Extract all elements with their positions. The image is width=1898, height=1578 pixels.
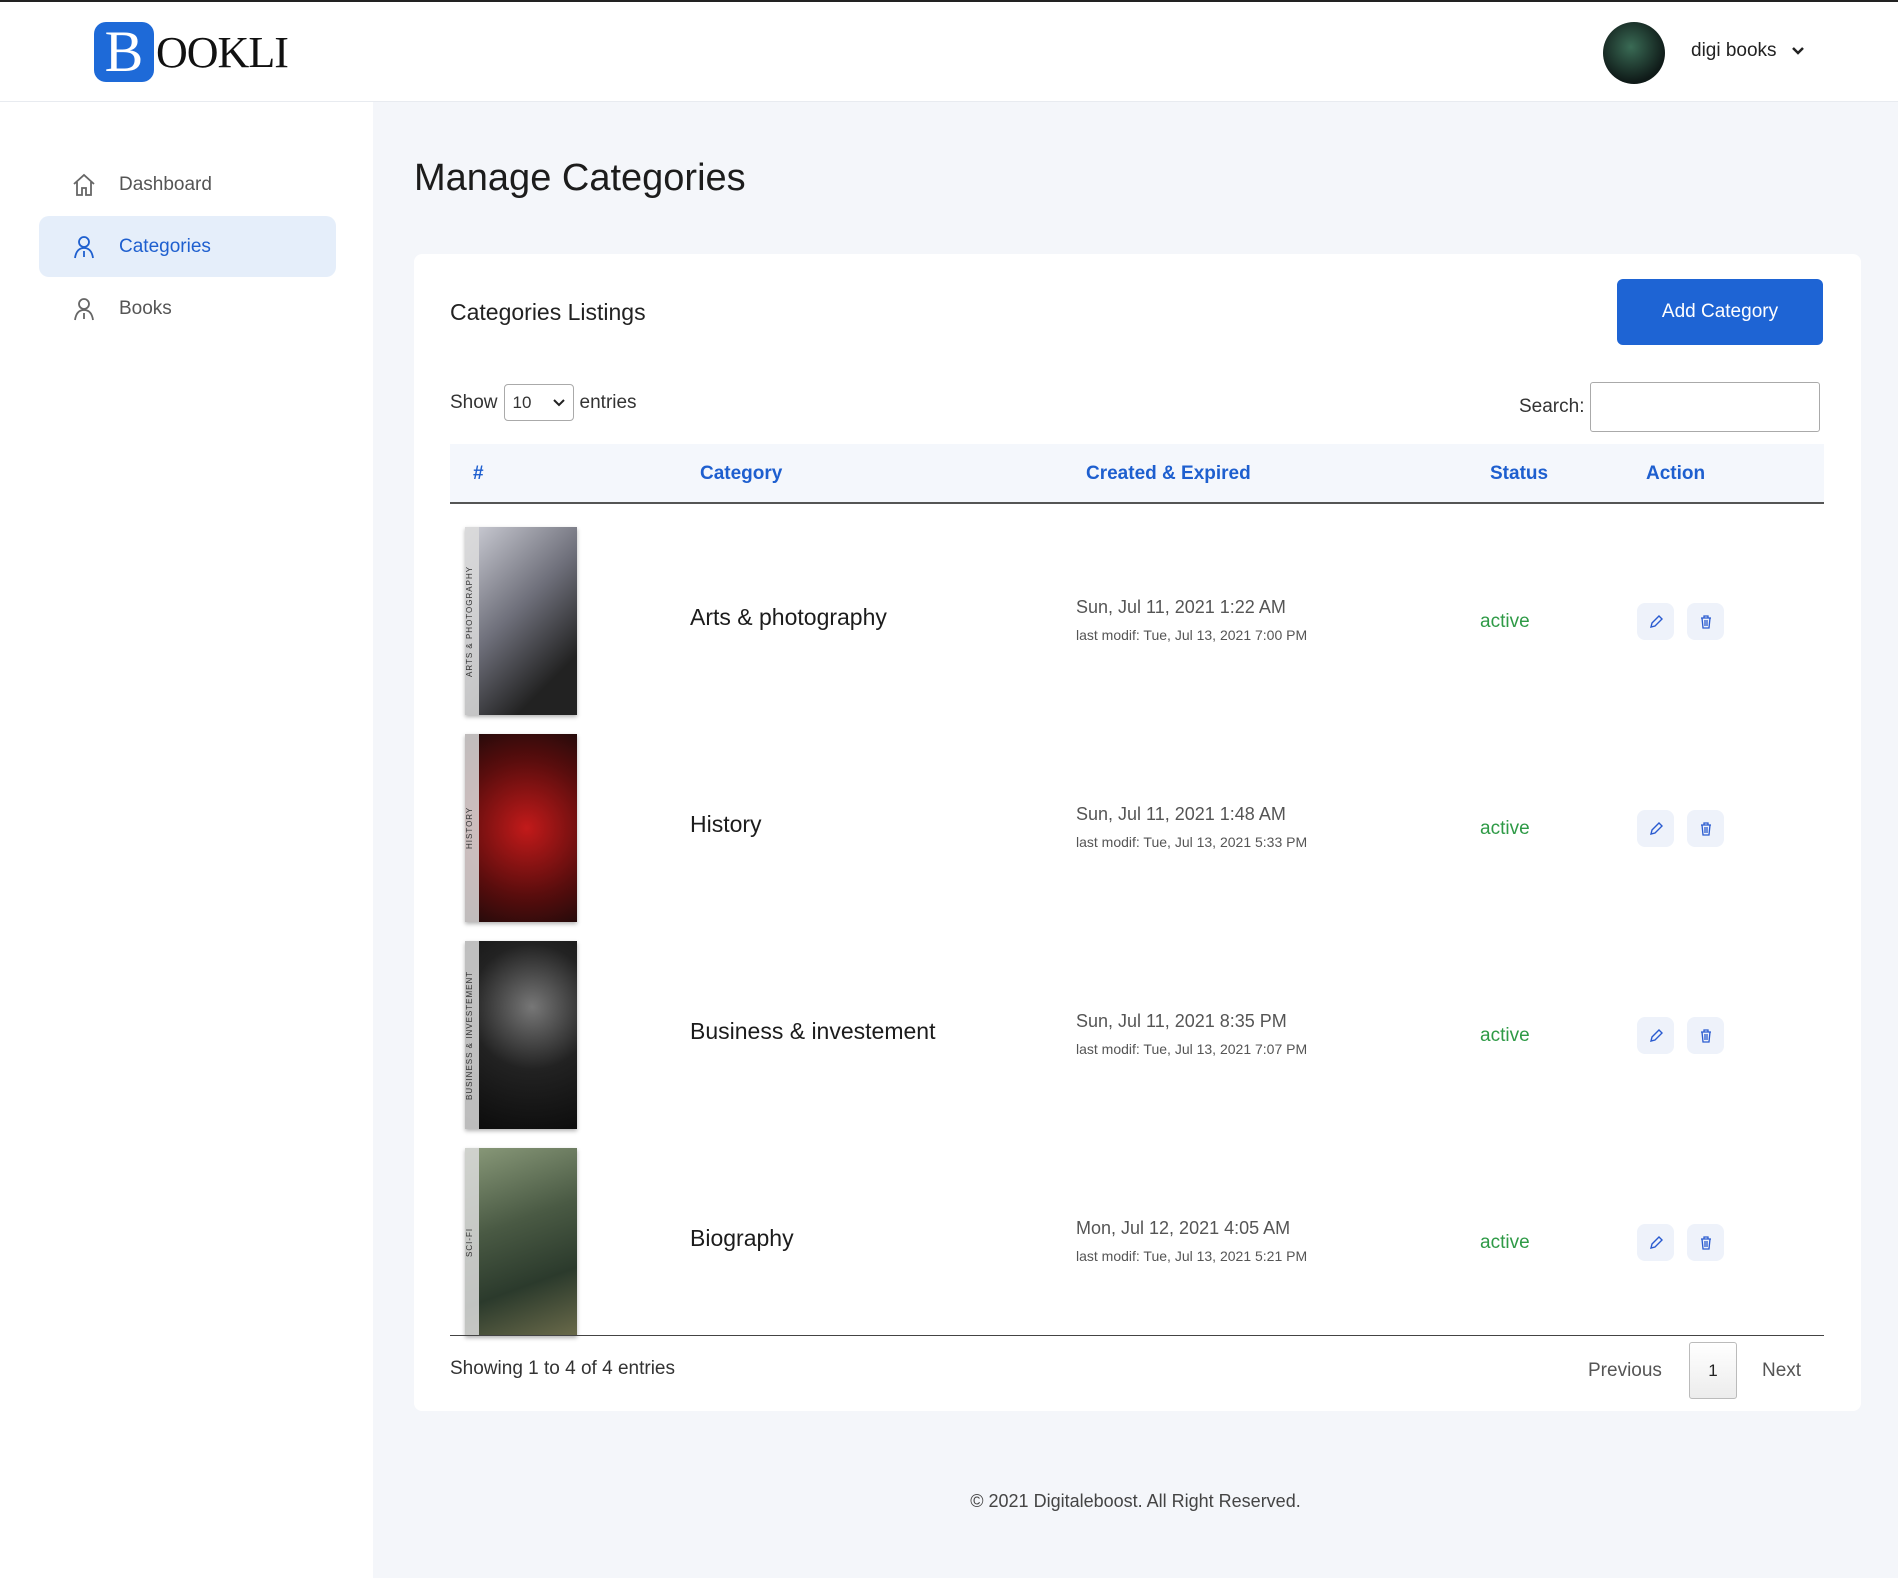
col-category[interactable]: Category <box>700 463 782 485</box>
status-badge: active <box>1480 1232 1530 1253</box>
entries-label: entries <box>579 391 637 413</box>
page-1-button[interactable]: 1 <box>1689 1342 1737 1399</box>
trash-icon <box>1700 1028 1711 1043</box>
created-date: Sun, Jul 11, 2021 8:35 PM <box>1076 1011 1287 1031</box>
col-number[interactable]: # <box>473 463 484 485</box>
sidebar: Dashboard Categories Books <box>0 102 373 1578</box>
cover-spine-text: ARTS & PHOTOGRAPHY <box>465 565 474 677</box>
col-created[interactable]: Created & Expired <box>1086 463 1251 485</box>
sidebar-item-categories[interactable]: Categories <box>39 216 336 277</box>
pencil-icon <box>1649 1235 1663 1249</box>
status-badge: active <box>1480 818 1530 839</box>
cover-spine-text: BUSINESS & INVESTEMENT <box>465 970 474 1100</box>
edit-button[interactable] <box>1637 1224 1674 1261</box>
modified-date: last modif: Tue, Jul 13, 2021 7:07 PM <box>1076 1041 1308 1057</box>
sidebar-item-dashboard[interactable]: Dashboard <box>39 154 336 215</box>
category-name: Arts & photography <box>690 604 887 630</box>
table-row: SCI-FI Biography Mon, Jul 12, 2021 4:05 … <box>450 1138 1824 1345</box>
cover-spine-text: HISTORY <box>465 806 474 850</box>
created-date: Mon, Jul 12, 2021 4:05 AM <box>1076 1218 1291 1238</box>
previous-button[interactable]: Previous <box>1588 1360 1662 1382</box>
category-cover-image: BUSINESS & INVESTEMENT <box>465 941 577 1129</box>
delete-button[interactable] <box>1687 603 1724 640</box>
pencil-icon <box>1649 821 1663 835</box>
col-status[interactable]: Status <box>1490 463 1548 485</box>
entries-length: Show 10 entries <box>450 384 637 421</box>
category-cover-image: HISTORY <box>465 734 577 922</box>
delete-button[interactable] <box>1687 810 1724 847</box>
add-category-button[interactable]: Add Category <box>1617 279 1823 345</box>
pencil-icon <box>1649 614 1663 628</box>
category-cover-image: SCI-FI <box>465 1148 577 1336</box>
sidebar-item-label: Books <box>119 297 172 319</box>
modified-date: last modif: Tue, Jul 13, 2021 7:00 PM <box>1076 627 1308 643</box>
card-title: Categories Listings <box>450 299 646 325</box>
modified-date: last modif: Tue, Jul 13, 2021 5:21 PM <box>1076 1248 1308 1264</box>
entries-value: 10 <box>512 392 532 412</box>
user-name: digi books <box>1691 40 1777 61</box>
user-icon <box>74 297 94 320</box>
modified-date: last modif: Tue, Jul 13, 2021 5:33 PM <box>1076 834 1308 850</box>
categories-card: Categories Listings Add Category Show 10… <box>414 254 1861 1411</box>
search-input[interactable] <box>1590 382 1821 432</box>
delete-button[interactable] <box>1687 1224 1724 1261</box>
show-label: Show <box>450 391 498 413</box>
user-icon <box>74 235 94 258</box>
table-footer-line <box>450 1335 1824 1336</box>
chevron-down-icon <box>552 398 565 406</box>
table-header: # Category Created & Expired Status Acti… <box>450 444 1824 504</box>
edit-button[interactable] <box>1637 603 1674 640</box>
top-header: B OOKLI digi books <box>0 2 1898 102</box>
delete-button[interactable] <box>1687 1017 1724 1054</box>
table-row: HISTORY History Sun, Jul 11, 2021 1:48 A… <box>450 724 1824 931</box>
page-title: Manage Categories <box>414 157 746 199</box>
home-icon <box>73 173 95 196</box>
category-name: Business & investement <box>690 1018 936 1044</box>
avatar[interactable] <box>1603 22 1665 84</box>
status-badge: active <box>1480 611 1530 632</box>
logo-text: OOKLI <box>156 27 289 77</box>
edit-button[interactable] <box>1637 810 1674 847</box>
table-row: ARTS & PHOTOGRAPHY Arts & photography Su… <box>450 517 1824 724</box>
logo-mark: B <box>94 22 154 82</box>
trash-icon <box>1700 821 1711 836</box>
user-menu[interactable]: digi books <box>1691 40 1805 62</box>
search-label: Search: <box>1519 396 1585 417</box>
category-name: Biography <box>690 1225 794 1251</box>
entries-select[interactable]: 10 <box>503 384 574 421</box>
sidebar-item-label: Dashboard <box>119 173 212 195</box>
search-box: Search: <box>1519 382 1821 432</box>
created-date: Sun, Jul 11, 2021 1:22 AM <box>1076 597 1286 617</box>
edit-button[interactable] <box>1637 1017 1674 1054</box>
sidebar-item-books[interactable]: Books <box>39 278 336 339</box>
status-badge: active <box>1480 1025 1530 1046</box>
col-action[interactable]: Action <box>1646 463 1705 485</box>
category-cover-image: ARTS & PHOTOGRAPHY <box>465 527 577 715</box>
category-name: History <box>690 811 762 837</box>
table-row: BUSINESS & INVESTEMENT Business & invest… <box>450 931 1824 1138</box>
created-date: Sun, Jul 11, 2021 1:48 AM <box>1076 804 1286 824</box>
cover-spine-text: SCI-FI <box>465 1227 474 1257</box>
table-info: Showing 1 to 4 of 4 entries <box>450 1358 675 1379</box>
next-button[interactable]: Next <box>1762 1360 1801 1382</box>
footer-copyright: © 2021 Digitaleboost. All Right Reserved… <box>970 1491 1301 1511</box>
pencil-icon <box>1649 1028 1663 1042</box>
trash-icon <box>1700 1235 1711 1250</box>
logo[interactable]: B OOKLI <box>94 22 289 82</box>
sidebar-item-label: Categories <box>119 235 211 257</box>
chevron-down-icon <box>1791 47 1804 55</box>
trash-icon <box>1700 614 1711 629</box>
